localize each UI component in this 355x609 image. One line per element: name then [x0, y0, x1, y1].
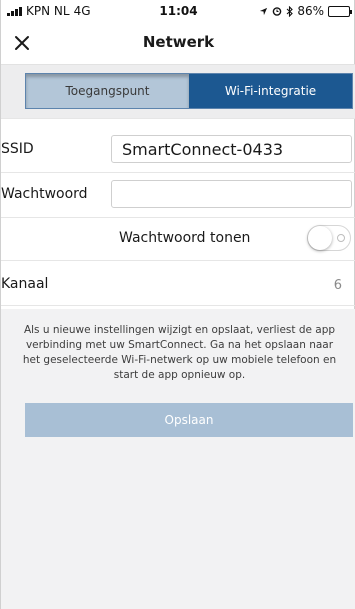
- channel-label: Kanaal: [1, 276, 49, 292]
- info-section: Als u nieuwe instellingen wijzigt en ops…: [1, 309, 355, 609]
- save-button[interactable]: Opslaan: [25, 403, 353, 437]
- mode-segmented-control: Toegangspunt Wi-Fi-integratie: [25, 73, 353, 109]
- toggle-off-indicator: [337, 234, 345, 242]
- location-arrow-icon: [260, 7, 268, 15]
- tab-access-point[interactable]: Toegangspunt: [26, 74, 189, 108]
- navigation-bar: Netwerk: [1, 22, 355, 64]
- row-divider: [1, 172, 355, 173]
- app-screen: KPN NL 4G 11:04 86% Netwerk Toegangspunt…: [0, 0, 355, 609]
- tab-wifi-integration[interactable]: Wi-Fi-integratie: [189, 74, 352, 108]
- show-password-toggle[interactable]: [307, 225, 351, 251]
- alarm-icon: [273, 7, 282, 16]
- battery-percentage: 86%: [297, 4, 324, 18]
- row-divider: [1, 217, 355, 218]
- page-title: Netwerk: [142, 33, 215, 51]
- row-divider: [1, 118, 355, 119]
- ssid-label: SSID: [1, 141, 34, 157]
- ssid-field[interactable]: [111, 135, 352, 163]
- status-bar: KPN NL 4G 11:04 86%: [1, 0, 355, 22]
- password-label: Wachtwoord: [1, 186, 88, 202]
- battery-icon: [328, 5, 352, 17]
- row-divider: [1, 260, 355, 261]
- toggle-knob: [308, 226, 332, 250]
- row-divider: [1, 305, 355, 306]
- status-right: 86%: [259, 4, 352, 18]
- bluetooth-icon: [286, 5, 294, 17]
- show-password-label: Wachtwoord tonen: [119, 230, 251, 246]
- password-field[interactable]: [111, 180, 352, 208]
- info-text: Als u nieuwe instellingen wijzigt en ops…: [22, 324, 337, 381]
- segment-area: Toegangspunt Wi-Fi-integratie: [1, 65, 355, 118]
- channel-value: 6: [333, 278, 342, 293]
